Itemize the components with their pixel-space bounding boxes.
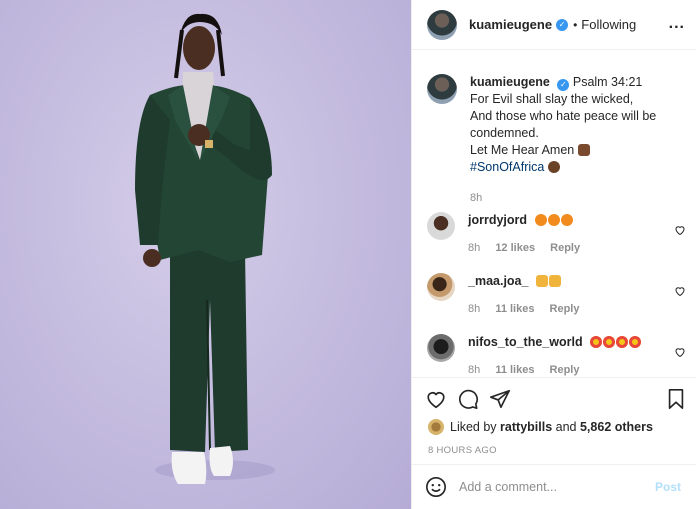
liked-by-user-link[interactable]: rattybills: [500, 420, 552, 434]
liked-others-link[interactable]: 5,862 others: [580, 420, 653, 434]
comments-section: kuamieugene ✓ Psalm 34:21 For Evil shall…: [412, 51, 696, 377]
caption-first-line: Psalm 34:21: [572, 75, 643, 89]
caption-username[interactable]: kuamieugene: [470, 75, 550, 89]
heart-eyes-emoji-icon: [629, 336, 642, 348]
commenter-username[interactable]: _maa.joa_: [468, 274, 528, 288]
like-heart-icon[interactable]: [425, 388, 447, 410]
bookmark-save-icon[interactable]: [665, 388, 687, 410]
comment-time[interactable]: 8h: [468, 242, 480, 254]
crowned-face-emoji-icon: [547, 161, 560, 173]
liked-by-and: and: [555, 420, 577, 434]
post-header: kuamieugene ✓ • Following ...: [412, 0, 696, 50]
commenter-avatar[interactable]: [427, 334, 455, 362]
man-in-green-suit-image: [135, 13, 275, 484]
add-comment-bar: Post: [412, 464, 696, 509]
following-button[interactable]: Following: [581, 17, 636, 32]
caption-body: kuamieugene ✓ Psalm 34:21 For Evil shall…: [470, 74, 670, 207]
caption-line: For Evil shall slay the wicked,: [470, 92, 634, 106]
praying-hands-emoji-icon: [577, 144, 590, 156]
comment-bubble-icon[interactable]: [457, 388, 479, 410]
fire-emoji-icon: [547, 214, 560, 226]
author-username[interactable]: kuamieugene: [469, 17, 552, 32]
hashtag-link[interactable]: #SonOfAfrica: [470, 160, 544, 174]
commenter-avatar[interactable]: [427, 212, 455, 240]
reply-button[interactable]: Reply: [550, 303, 580, 315]
comment-like-heart-icon[interactable]: [674, 285, 686, 297]
reply-button[interactable]: Reply: [550, 242, 580, 254]
comment-likes[interactable]: 11 likes: [495, 303, 534, 315]
author-avatar[interactable]: [427, 9, 457, 40]
post-timestamp[interactable]: 8 HOURS AGO: [428, 445, 497, 456]
post-comment-button[interactable]: Post: [655, 480, 681, 494]
comment-likes[interactable]: 11 likes: [495, 364, 534, 376]
commenter-username[interactable]: jorrdyjord: [468, 213, 527, 227]
verified-badge-icon: ✓: [557, 79, 570, 91]
heart-eyes-emoji-icon: [590, 336, 603, 348]
praying-hands-emoji-icon: [535, 275, 548, 287]
verified-badge-icon: ✓: [556, 18, 569, 31]
reply-button[interactable]: Reply: [550, 364, 580, 376]
commenter-avatar[interactable]: [427, 273, 455, 301]
liker-avatar[interactable]: [428, 419, 444, 435]
caption-timestamp[interactable]: 8h: [470, 190, 670, 207]
heart-eyes-emoji-icon: [616, 336, 629, 348]
heart-eyes-emoji-icon: [603, 336, 616, 348]
more-options-icon[interactable]: ...: [669, 16, 685, 32]
comment-like-heart-icon[interactable]: [674, 224, 686, 236]
comment-item: nifos_to_the_world 8h 11 likes Reply: [427, 334, 685, 376]
caption-line: And those who hate peace will be condemn…: [470, 109, 657, 140]
comment-like-heart-icon[interactable]: [674, 346, 686, 358]
caption-line: Let Me Hear Amen: [470, 143, 575, 157]
comment-likes[interactable]: 12 likes: [495, 242, 535, 254]
caption-avatar[interactable]: [427, 74, 457, 104]
comment-time[interactable]: 8h: [468, 364, 480, 376]
add-comment-input[interactable]: [459, 480, 649, 494]
liked-by-prefix: Liked by: [450, 420, 497, 434]
comment-item: _maa.joa_ 8h 11 likes Reply: [427, 273, 685, 315]
praying-hands-emoji-icon: [548, 275, 561, 287]
post-caption: kuamieugene ✓ Psalm 34:21 For Evil shall…: [427, 74, 681, 207]
instagram-post: kuamieugene ✓ • Following ... kuamieugen…: [0, 0, 696, 509]
post-side-panel: kuamieugene ✓ • Following ... kuamieugen…: [411, 0, 696, 509]
comment-time[interactable]: 8h: [468, 303, 480, 315]
emoji-smiley-icon[interactable]: [425, 476, 447, 498]
header-separator: •: [573, 17, 578, 32]
share-send-icon[interactable]: [489, 388, 511, 410]
commenter-username[interactable]: nifos_to_the_world: [468, 335, 583, 349]
comment-item: jorrdyjord 8h 12 likes Reply: [427, 212, 685, 254]
fire-emoji-icon: [534, 214, 547, 226]
post-photo[interactable]: [0, 0, 411, 509]
post-actions: Liked by rattybills and 5,862 others 8 H…: [412, 377, 696, 472]
fire-emoji-icon: [560, 214, 573, 226]
likes-summary: Liked by rattybills and 5,862 others: [428, 419, 653, 435]
